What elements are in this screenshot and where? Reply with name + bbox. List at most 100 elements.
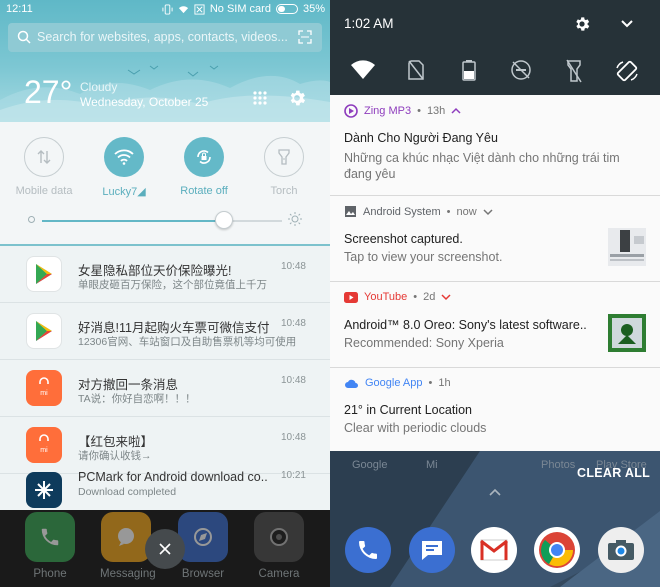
gmail-icon [480, 539, 508, 561]
phone-icon [25, 512, 75, 562]
brightness-low-icon [28, 216, 35, 223]
toggle-torch[interactable]: Torch [244, 137, 324, 197]
scan-icon[interactable] [298, 30, 312, 44]
close-button[interactable] [145, 529, 185, 569]
no-sim-icon [194, 3, 205, 15]
wifi-icon[interactable] [350, 59, 376, 81]
app-name: Google App [365, 377, 423, 389]
cloud-icon [345, 379, 358, 388]
notification-age: 2d [423, 291, 436, 303]
brightness-slider-handle[interactable] [215, 211, 234, 229]
data-arrows-icon [24, 137, 64, 177]
dock-app-phone[interactable] [345, 527, 391, 573]
camera-icon [254, 512, 304, 562]
toggle-rotate[interactable]: Rotate off [164, 137, 244, 197]
play-store-icon [26, 313, 62, 349]
brightness-slider[interactable] [42, 220, 282, 222]
chevron-down-icon[interactable] [620, 18, 634, 30]
chrome-icon [539, 532, 575, 568]
clear-all-button[interactable]: CLEAR ALL [577, 466, 650, 480]
dock-app-label: Browser [181, 568, 225, 580]
notification-body: Download completed [78, 486, 177, 498]
grid-icon[interactable] [252, 90, 268, 106]
android-notification-shade: 1:02 AM Zing MP3 • 13h Dành Cho Người Đa… [330, 0, 660, 587]
notification-title: Android™ 8.0 Oreo: Sony's latest softwar… [344, 318, 587, 332]
app-name: Android System [363, 205, 441, 218]
mi-store-icon: mi [26, 370, 62, 406]
search-placeholder: Search for websites, apps, contacts, vid… [37, 30, 288, 44]
notification-time: 10:21 [280, 470, 306, 481]
screenshot-thumbnail [608, 228, 646, 266]
notification-panel: Mobile data Lucky7◢ Rotate off Torch 女星隐… [0, 122, 330, 510]
search-bar[interactable]: Search for websites, apps, contacts, vid… [8, 23, 322, 52]
home-app-label: Google [352, 459, 388, 471]
no-sim-icon[interactable] [407, 59, 425, 81]
notification-body: Tap to view your screenshot. [344, 250, 503, 264]
notification-card[interactable]: YouTube • 2d Android™ 8.0 Oreo: Sony's l… [330, 282, 660, 368]
notification-title: 21° in Current Location [344, 403, 472, 417]
toggle-mobile-data[interactable]: Mobile data [4, 137, 84, 197]
zing-mp3-icon [344, 104, 358, 118]
dock-app-label: Phone [33, 568, 67, 580]
shade-header: 12:11 No SIM card 35% Search for website… [0, 0, 330, 122]
flashlight-off-icon[interactable] [566, 59, 582, 83]
battery-icon [275, 4, 298, 14]
home-app-label: Photos [541, 459, 576, 471]
notification-body: 12306官网、车站窗口及自助售票机等均可使用 [78, 336, 297, 348]
dock-app-camera[interactable]: Camera [253, 512, 305, 580]
torch-icon [264, 137, 304, 177]
chevron-up-icon[interactable] [488, 487, 502, 497]
gear-icon[interactable] [573, 15, 591, 33]
brightness-high-icon [288, 212, 302, 226]
notification-age: 1h [438, 377, 451, 389]
svg-text:mi: mi [40, 447, 48, 454]
dnd-icon[interactable] [510, 59, 532, 81]
dock-app-phone[interactable]: Phone [24, 512, 76, 580]
gear-icon[interactable] [287, 88, 307, 108]
temperature[interactable]: 27° [24, 74, 72, 111]
browser-icon [178, 512, 228, 562]
notification-time: 10:48 [280, 432, 306, 443]
youtube-icon [344, 291, 358, 303]
mi-store-icon: mi [26, 427, 62, 463]
message-icon [422, 541, 442, 560]
vibrate-icon [162, 3, 173, 15]
dock-app-gmail[interactable] [471, 527, 517, 573]
toggle-label: Rotate off [180, 185, 228, 197]
notification-body: 单眼皮砸百万保险，这个部位竟值上千万 [78, 279, 267, 291]
notification-body: 请你确认收钱→ [78, 450, 152, 462]
notification-card[interactable]: Google App • 1h 21° in Current Location … [330, 368, 660, 451]
notification-body: Những ca khúc nhạc Việt dành cho những t… [344, 151, 620, 181]
quick-settings: Mobile data Lucky7◢ Rotate off Torch [0, 122, 330, 246]
dock-app-messages[interactable] [409, 527, 455, 573]
list-item[interactable]: 好消息!11月起购火车票可微信支付 12306官网、车站窗口及自助售票机等均可使… [0, 303, 330, 360]
notification-title: Dành Cho Người Đang Yêu [344, 131, 498, 145]
chevron-down-icon[interactable] [483, 208, 493, 216]
chevron-up-icon[interactable] [451, 107, 461, 115]
close-icon [159, 543, 171, 555]
list-item[interactable]: mi 【红包来啦】 请你确认收钱→ 10:48 [0, 417, 330, 474]
chevron-down-icon[interactable] [441, 293, 451, 301]
rotate-lock-icon [184, 137, 224, 177]
battery-icon[interactable] [462, 59, 476, 81]
notification-time: 10:48 [280, 261, 306, 272]
weather-date: Wednesday, October 25 [80, 95, 209, 109]
wifi-icon [104, 137, 144, 177]
list-item[interactable]: 女星隐私部位天价保险曝光! 单眼皮砸百万保险，这个部位竟值上千万 10:48 [0, 246, 330, 303]
list-item[interactable]: mi 对方撤回一条消息 TA说：你好自恋啊！！！ 10:48 [0, 360, 330, 417]
notification-card[interactable]: Zing MP3 • 13h Dành Cho Người Đang Yêu N… [330, 95, 660, 196]
dock-app-chrome[interactable] [534, 527, 580, 573]
message-icon [101, 512, 151, 562]
notification-body: Recommended: Sony Xperia [344, 336, 504, 350]
auto-rotate-icon[interactable] [615, 59, 639, 83]
svg-text:mi: mi [40, 390, 48, 397]
dock-app-camera[interactable] [598, 527, 644, 573]
notification-time: 10:48 [280, 318, 306, 329]
search-icon [17, 30, 31, 44]
image-icon [345, 206, 356, 217]
notification-card[interactable]: Android System • now Screenshot captured… [330, 196, 660, 282]
toggle-label: Lucky7◢ [102, 186, 146, 198]
camera-icon [608, 540, 634, 560]
toggle-wifi[interactable]: Lucky7◢ [84, 137, 164, 198]
notification-title: Screenshot captured. [344, 232, 463, 246]
